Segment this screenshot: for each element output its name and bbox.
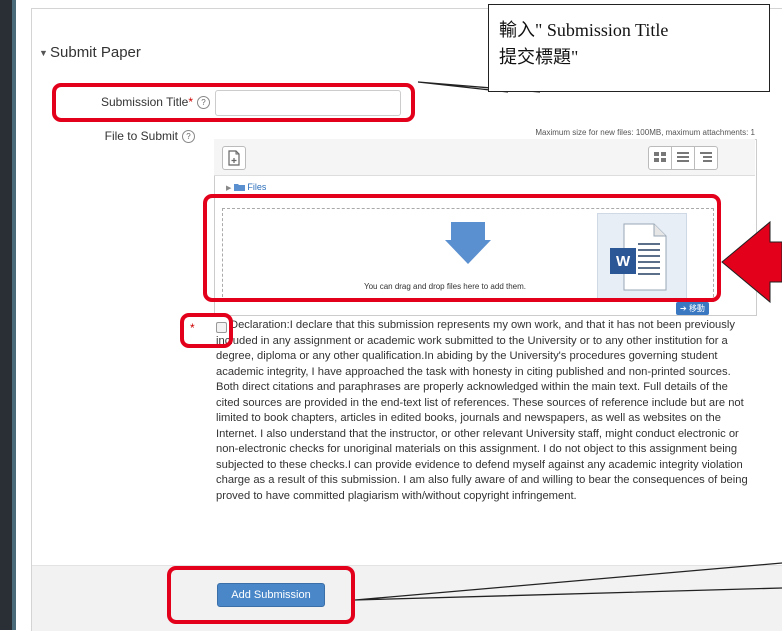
highlight-declaration-checkbox: [180, 313, 233, 348]
files-path-label: Files: [247, 182, 267, 192]
left-accent-strip: [12, 0, 16, 630]
list-view-icon: [677, 152, 689, 162]
list-view-button[interactable]: [671, 146, 695, 170]
form-footer: [32, 565, 782, 631]
files-path[interactable]: ▶ Files: [226, 182, 266, 192]
file-to-submit-label-text: File to Submit: [104, 129, 178, 143]
move-file-label: 移動: [688, 304, 705, 313]
folder-icon: [233, 184, 245, 191]
add-file-icon: [228, 150, 240, 166]
declaration-text: Declaration:I declare that this submissi…: [216, 319, 748, 502]
highlight-submission-title: [52, 83, 415, 122]
add-file-button[interactable]: [222, 146, 246, 170]
expand-arrow-icon: ▶: [226, 185, 232, 192]
max-size-note: Maximum size for new files: 100MB, maxim…: [535, 128, 755, 137]
highlight-add-submission: [167, 566, 355, 624]
tree-view-button[interactable]: [694, 146, 718, 170]
move-file-button[interactable]: ➔ 移動: [676, 302, 709, 315]
instruction-callout: 輸入" Submission Title 提交標題": [488, 4, 770, 92]
callout-line-2: 提交標題": [499, 47, 579, 67]
icons-view-button[interactable]: [648, 146, 672, 170]
tree-view-icon: [700, 152, 712, 162]
section-title[interactable]: Submit Paper: [50, 44, 141, 61]
highlight-drop-zone: [203, 194, 721, 302]
triangle-down-icon[interactable]: ▼: [39, 48, 48, 58]
move-arrow-icon: ➔: [680, 304, 687, 313]
left-dark-strip: [0, 0, 12, 630]
icons-view-icon: [654, 152, 666, 162]
file-to-submit-label: File to Submit?: [60, 129, 195, 144]
help-icon[interactable]: ?: [182, 130, 195, 144]
callout-line-1: 輸入" Submission Title: [499, 20, 669, 40]
